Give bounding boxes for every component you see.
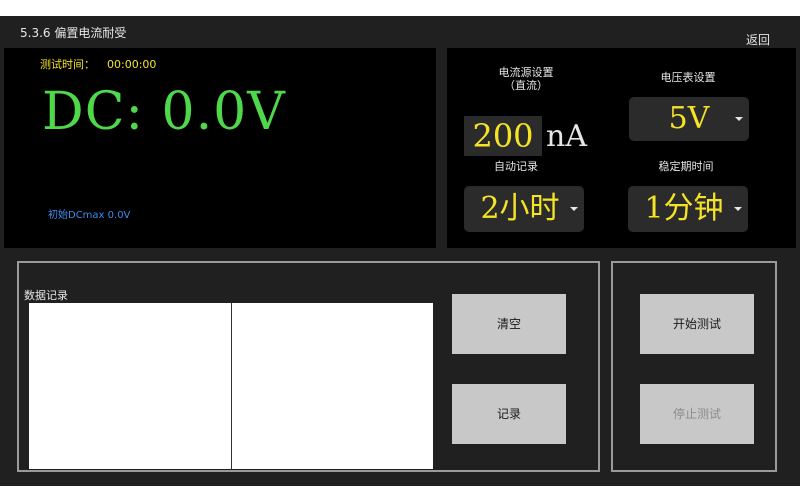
auto-record-value: 2小时: [480, 191, 560, 226]
voltmeter-dropdown[interactable]: 5V: [629, 97, 749, 141]
stabilization-value: 1分钟: [644, 191, 724, 226]
record-button[interactable]: 记录: [452, 384, 566, 444]
test-time-label: 测试时间：: [40, 58, 95, 71]
dc-voltage-reading: DC: 0.0V: [42, 82, 286, 142]
log-divider: [231, 303, 232, 469]
page-title: 5.3.6 偏置电流耐受: [20, 26, 127, 40]
chevron-down-icon: [570, 207, 578, 211]
chevron-down-icon: [735, 117, 743, 121]
current-source-label: 电流源设置 （直流）: [466, 66, 586, 92]
auto-record-label: 自动记录: [494, 160, 538, 173]
clear-button[interactable]: 清空: [452, 294, 566, 354]
back-button[interactable]: 返回: [746, 31, 770, 48]
stabilization-dropdown[interactable]: 1分钟: [628, 186, 748, 232]
current-unit: nA: [546, 119, 587, 154]
header-bar: 5.3.6 偏置电流耐受 返回: [0, 16, 800, 48]
chevron-down-icon: [734, 207, 742, 211]
current-value-input[interactable]: 200: [464, 116, 542, 156]
voltmeter-label: 电压表设置: [660, 71, 716, 84]
stop-test-button: 停止测试: [640, 384, 754, 444]
stabilization-label: 稳定期时间: [658, 160, 714, 173]
data-log-area: [29, 303, 433, 469]
app-window: 5.3.6 偏置电流耐受 返回 测试时间： 00:00:00 DC: 0.0V 初…: [0, 16, 800, 486]
current-source-label-line1: 电流源设置: [498, 66, 554, 79]
auto-record-dropdown[interactable]: 2小时: [464, 186, 584, 232]
test-time-value: 00:00:00: [107, 58, 157, 71]
test-time: 测试时间： 00:00:00: [40, 56, 156, 72]
initial-dcmax: 初始DCmax 0.0V: [48, 210, 131, 221]
current-source-label-line2: （直流）: [504, 79, 548, 92]
start-test-button[interactable]: 开始测试: [640, 294, 754, 354]
voltmeter-value: 5V: [668, 101, 710, 136]
data-log-label: 数据记录: [24, 289, 68, 302]
